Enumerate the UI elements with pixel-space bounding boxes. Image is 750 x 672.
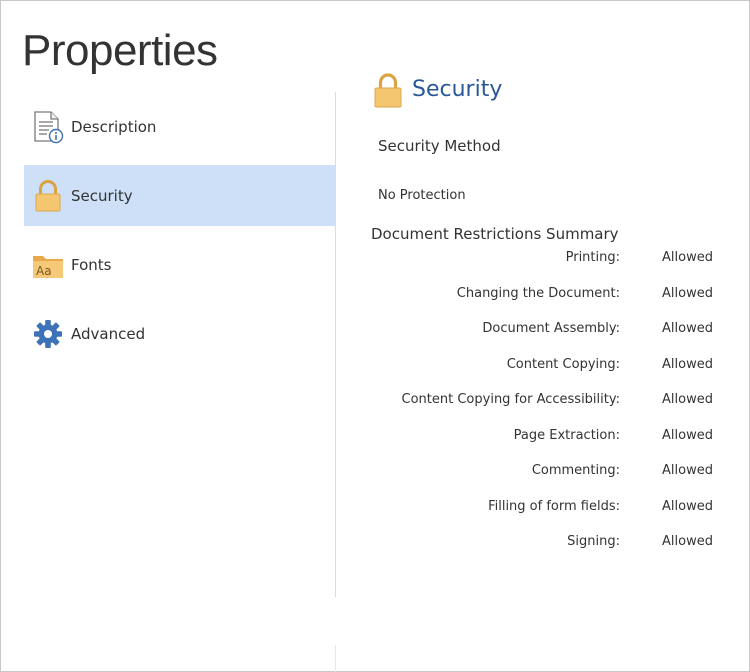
restriction-value: Allowed <box>662 498 713 514</box>
restriction-row: Printing: Allowed <box>372 248 732 284</box>
lock-icon <box>374 73 402 108</box>
restriction-name: Document Assembly: <box>482 321 620 336</box>
gear-icon <box>34 319 62 348</box>
restriction-row: Page Extraction: Allowed <box>372 426 732 462</box>
restriction-name: Page Extraction: <box>513 427 620 443</box>
security-method-value: No Protection <box>378 188 466 203</box>
sidebar-item-fonts[interactable]: Aa Fonts <box>24 234 335 295</box>
restriction-name: Commenting: <box>531 463 620 478</box>
sidebar-item-advanced[interactable]: Advanced <box>24 303 335 364</box>
restriction-row: Signing: Allowed <box>372 532 732 568</box>
restriction-value: Allowed <box>662 427 713 443</box>
restriction-name: Changing the Document: <box>456 285 620 301</box>
lock-icon <box>35 179 61 211</box>
restriction-row: Filling of form fields: Allowed <box>372 497 732 533</box>
restriction-row: Commenting: Allowed <box>372 461 732 497</box>
section-title: Security <box>412 77 503 102</box>
restriction-row: Content Copying for Accessibility: Allow… <box>372 390 732 426</box>
restriction-value: Allowed <box>662 392 713 407</box>
restriction-name: Filling of form fields: <box>488 498 620 514</box>
restrictions-summary-label: Document Restrictions Summary <box>371 225 619 243</box>
restriction-row: Document Assembly: Allowed <box>372 319 732 355</box>
sidebar-item-label: Advanced <box>71 324 146 343</box>
restriction-row: Content Copying: Allowed <box>372 355 732 391</box>
restriction-name: Printing: <box>565 250 620 265</box>
sidebar-item-security[interactable]: Security <box>24 165 335 226</box>
page-title: Properties <box>22 26 218 75</box>
restriction-name: Content Copying for Accessibility: <box>401 392 620 407</box>
restrictions-table: Printing: Allowed Changing the Document:… <box>372 248 732 568</box>
fonts-folder-icon: Aa <box>33 255 63 278</box>
sidebar-item-label: Description <box>71 117 157 136</box>
restriction-value: Allowed <box>662 321 713 336</box>
svg-text:Aa: Aa <box>36 264 52 278</box>
panel-divider-bottom <box>335 645 336 672</box>
panel-divider <box>335 92 336 597</box>
restriction-row: Changing the Document: Allowed <box>372 284 732 320</box>
restriction-name: Signing: <box>567 534 620 549</box>
document-info-icon <box>34 110 64 143</box>
restriction-value: Allowed <box>662 356 713 372</box>
restriction-value: Allowed <box>662 285 713 301</box>
sidebar-item-label: Fonts <box>71 255 112 274</box>
restriction-value: Allowed <box>662 534 713 549</box>
restriction-value: Allowed <box>662 463 713 478</box>
sidebar: Description Security Aa Fonts Advanced <box>24 96 335 372</box>
security-method-label: Security Method <box>378 137 501 155</box>
restriction-value: Allowed <box>662 250 713 265</box>
restriction-name: Content Copying: <box>506 356 620 372</box>
sidebar-item-description[interactable]: Description <box>24 96 335 157</box>
sidebar-item-label: Security <box>71 186 133 205</box>
